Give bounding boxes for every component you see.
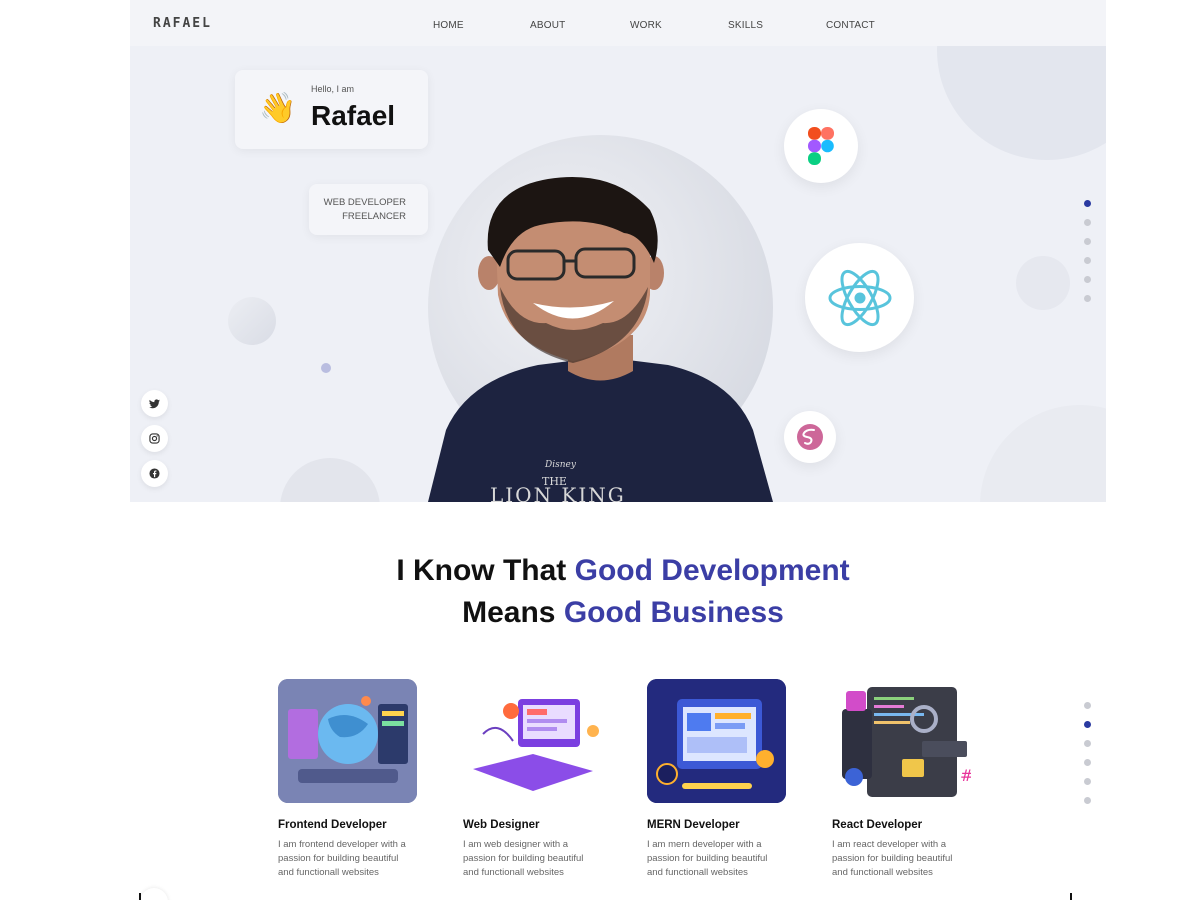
pager-dot[interactable] [1084,797,1091,804]
service-title: Frontend Developer [278,819,387,831]
mern-illustration [647,679,786,803]
headline-accent: Good Development [574,554,850,587]
greeting-text: Hello, I am [311,84,355,94]
pager-dot[interactable] [1084,740,1091,747]
pager-dot[interactable] [1084,200,1091,207]
service-card: MERN Developer I am mern developer with … [647,679,797,880]
top-navbar: RAFAEL HOME ABOUT WORK SKILLS CONTACT [130,0,1106,46]
sass-icon [784,411,836,463]
service-desc: I am react developer with a passion for … [832,839,953,878]
pager-dot[interactable] [1084,276,1091,283]
headline-text: Means [462,596,564,629]
hero-section: RAFAEL HOME ABOUT WORK SKILLS CONTACT 👋 … [130,0,1106,502]
role-line: FREELANCER [342,211,406,222]
pager-dot[interactable] [1084,257,1091,264]
hero-name: Rafael [311,100,396,131]
greeting-card: 👋 Hello, I am Rafael [235,70,428,149]
service-title: MERN Developer [647,819,740,831]
pager-dot[interactable] [1084,778,1091,785]
frontend-illustration [278,679,417,803]
shirt-print: Disney [544,460,577,470]
react-dev-illustration: # [832,679,971,803]
service-card: # React Developer I am react developer w… [832,679,982,880]
headline-text: I Know That [396,554,575,587]
web-designer-illustration [463,679,602,803]
service-title: React Developer [832,819,923,831]
edge-mark [1070,893,1072,900]
svg-text:#: # [960,766,971,785]
service-desc: I am mern developer with a passion for b… [647,839,768,878]
edge-mark [139,893,141,900]
decor-circle [1016,256,1070,310]
service-title: Web Designer [463,819,540,831]
decor-circle [140,888,168,900]
profile-photo: Disney THE LION KING [428,177,773,502]
nav-skills[interactable]: SKILLS [728,20,763,31]
nav-contact[interactable]: CONTACT [826,20,875,31]
decor-circle [228,297,276,345]
service-card: Frontend Developer I am frontend develop… [278,679,428,880]
role-card: WEB DEVELOPER FREELANCER [309,184,428,235]
service-card: Web Designer I am web designer with a pa… [463,679,613,880]
pager-dot[interactable] [1084,759,1091,766]
pager-dot[interactable] [1084,219,1091,226]
section-headline: I Know That Good Development Means Good … [0,550,1200,634]
site-logo[interactable]: RAFAEL [153,16,212,31]
react-icon [805,243,914,352]
twitter-icon[interactable] [141,390,168,417]
decor-circle [980,405,1106,502]
facebook-icon[interactable] [141,460,168,487]
section-pager [1084,702,1091,816]
role-line: WEB DEVELOPER [323,197,406,208]
service-desc: I am web designer with a passion for bui… [463,839,584,878]
nav-about[interactable]: ABOUT [530,20,565,31]
pager-dot[interactable] [1084,721,1091,728]
service-desc: I am frontend developer with a passion f… [278,839,406,878]
decor-circle [280,458,380,502]
nav-home[interactable]: HOME [433,20,464,31]
instagram-icon[interactable] [141,425,168,452]
pager-dot[interactable] [1084,295,1091,302]
pager-dot[interactable] [1084,702,1091,709]
waving-hand-icon: 👋 [259,92,297,125]
section-pager [1084,200,1091,314]
decor-dot [321,363,331,373]
headline-accent: Good Business [563,596,784,629]
portfolio-page: RAFAEL HOME ABOUT WORK SKILLS CONTACT 👋 … [0,0,1200,900]
pager-dot[interactable] [1084,238,1091,245]
shirt-print: LION KING [490,483,626,502]
nav-work[interactable]: WORK [630,20,662,31]
figma-icon [784,109,858,183]
